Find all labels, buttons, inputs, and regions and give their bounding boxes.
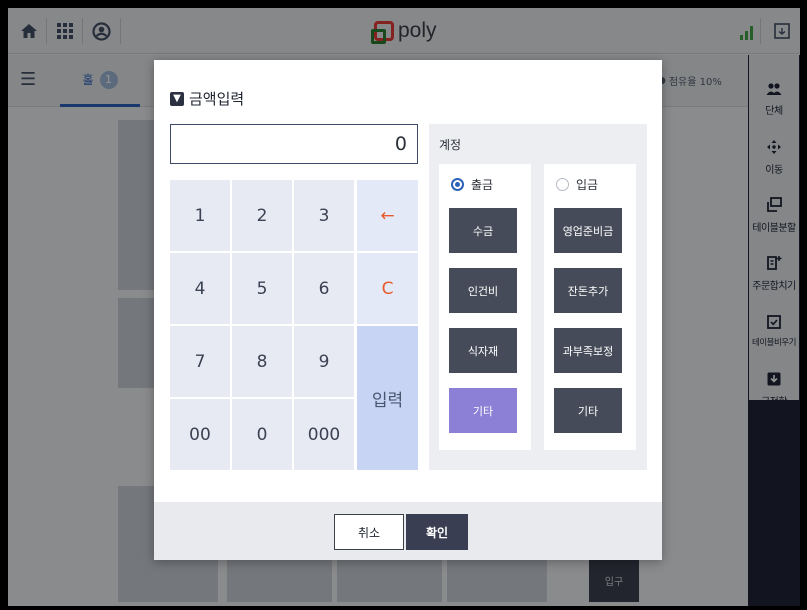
key-4[interactable]: 4: [170, 253, 230, 324]
account-title: 계정: [439, 138, 462, 152]
cancel-button[interactable]: 취소: [334, 514, 404, 550]
dialog-footer: 취소 확인: [154, 502, 662, 560]
account-button-add-change[interactable]: 잔돈추가: [554, 268, 622, 313]
account-button-ingredients[interactable]: 식자재: [449, 328, 517, 373]
key-2[interactable]: 2: [232, 180, 292, 251]
download-box-icon: ▼: [170, 91, 184, 106]
enter-button[interactable]: 입력: [357, 326, 418, 470]
key-0[interactable]: 0: [232, 399, 292, 470]
account-button-other-out[interactable]: 기타: [449, 388, 517, 433]
account-button-opening-fund[interactable]: 영업준비금: [554, 208, 622, 253]
confirm-button[interactable]: 확인: [406, 514, 468, 550]
key-8[interactable]: 8: [232, 326, 292, 397]
numeric-keypad: 1 2 3 ← 4 5 6 C 7 8 9 입력 00 0 000: [170, 180, 418, 470]
clear-button[interactable]: C: [357, 253, 418, 324]
account-button-collection[interactable]: 수금: [449, 208, 517, 253]
key-1[interactable]: 1: [170, 180, 230, 251]
radio-unselected-icon: [556, 178, 569, 191]
radio-label: 출금: [471, 178, 494, 192]
account-button-labor[interactable]: 인건비: [449, 268, 517, 313]
account-button-shortage-adjust[interactable]: 과부족보정: [554, 328, 622, 373]
key-00[interactable]: 00: [170, 399, 230, 470]
withdrawal-column: 출금 수금 인건비 식자재 기타: [439, 164, 531, 450]
radio-deposit[interactable]: 입금: [556, 176, 598, 193]
key-5[interactable]: 5: [232, 253, 292, 324]
account-panel: 계정 출금 수금 인건비 식자재 기타 입금 영업준비금 잔돈추가 과부족보정: [429, 124, 647, 470]
key-3[interactable]: 3: [294, 180, 354, 251]
backspace-button[interactable]: ←: [357, 180, 418, 251]
key-7[interactable]: 7: [170, 326, 230, 397]
radio-label: 입금: [576, 178, 599, 192]
deposit-column: 입금 영업준비금 잔돈추가 과부족보정 기타: [544, 164, 636, 450]
amount-input-dialog: ▼ 금액입력 0 1 2 3 ← 4 5 6 C 7 8 9 입력 00 0 0…: [154, 60, 662, 560]
app-frame: poly ☰ 홀 1 ◕ 점유율 10% 입구: [8, 8, 800, 606]
key-000[interactable]: 000: [294, 399, 354, 470]
key-6[interactable]: 6: [294, 253, 354, 324]
radio-selected-icon: [451, 178, 464, 191]
dialog-title: ▼ 금액입력: [170, 88, 244, 109]
dialog-title-text: 금액입력: [189, 90, 245, 108]
key-9[interactable]: 9: [294, 326, 354, 397]
amount-display[interactable]: 0: [170, 124, 418, 164]
account-button-other-in[interactable]: 기타: [554, 388, 622, 433]
radio-withdrawal[interactable]: 출금: [451, 176, 493, 193]
